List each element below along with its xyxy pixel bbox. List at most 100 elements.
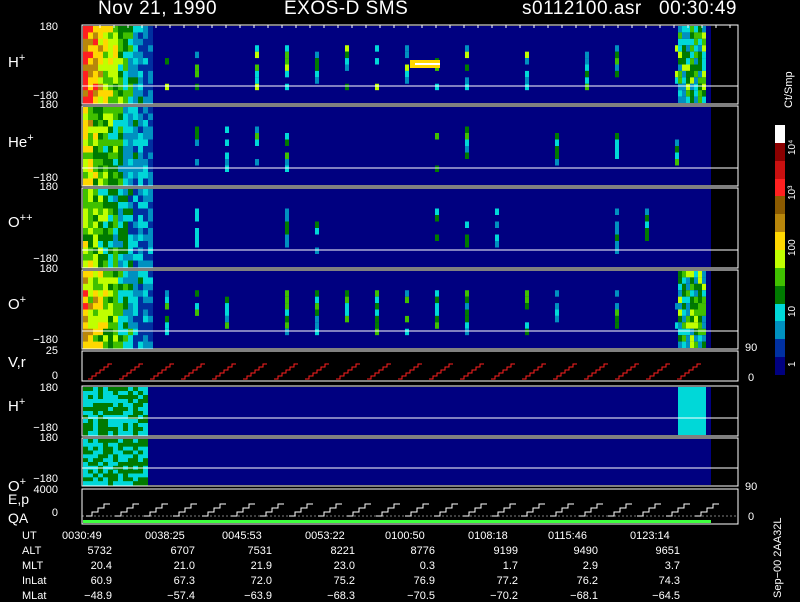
heatmap-cell	[88, 439, 93, 444]
heatmap-cell	[138, 481, 143, 486]
heatmap-cell	[118, 120, 123, 127]
heatmap-cell	[694, 26, 698, 33]
heatmap-cell	[682, 90, 686, 97]
heatmap-cell	[345, 290, 349, 297]
heatmap-cell	[138, 152, 143, 160]
heatmap-cell	[83, 64, 88, 72]
heatmap-cell	[118, 159, 123, 166]
heatmap-cell	[123, 328, 128, 336]
heatmap-cell	[128, 322, 133, 330]
heatmap-cell	[93, 133, 98, 140]
heatmap-cell	[165, 315, 169, 323]
heatmap-cell	[88, 165, 93, 173]
heatmap-cell	[98, 178, 103, 186]
heatmap-cell	[143, 446, 148, 451]
heatmap-cell	[128, 64, 133, 72]
heatmap-cell	[143, 178, 148, 186]
heatmap-cell	[103, 178, 108, 186]
heatmap-cell	[138, 335, 143, 343]
heatmap-cell	[165, 303, 169, 310]
heatmap-cell	[88, 45, 93, 53]
heatmap-cell	[225, 152, 229, 159]
heatmap-cell	[465, 221, 469, 228]
heatmap-cell	[108, 51, 113, 59]
heatmap-cell	[555, 303, 559, 310]
heatmap-cell	[138, 446, 143, 451]
ephemeris-row-label: ALT	[22, 545, 42, 557]
heatmap-cell	[682, 38, 686, 46]
heatmap-cell	[108, 309, 113, 317]
heatmap-cell	[123, 228, 128, 235]
heatmap-cell	[138, 96, 143, 104]
heatmap-cell	[83, 439, 88, 444]
heatmap-cell	[133, 391, 138, 396]
heatmap-cell	[555, 139, 559, 146]
heatmap-cell	[465, 133, 469, 140]
heatmap-cell	[93, 427, 98, 432]
heatmap-cell	[133, 107, 138, 114]
heatmap-cell	[98, 215, 103, 222]
heatmap-cell	[525, 290, 529, 297]
heatmap-cell	[118, 399, 123, 404]
heatmap-cell	[315, 77, 319, 84]
heatmap-cell	[93, 450, 98, 455]
heatmap-cell	[98, 423, 103, 428]
heatmap-cell	[108, 83, 113, 91]
heatmap-cell	[690, 427, 694, 431]
heatmap-cell	[686, 419, 690, 423]
heatmap-cell	[83, 247, 88, 255]
heatmap-cell	[698, 335, 702, 342]
heatmap-cell	[88, 462, 93, 467]
heatmap-cell	[285, 133, 289, 140]
heatmap-cell	[103, 107, 108, 114]
heatmap-cell	[138, 228, 143, 235]
heatmap-cell	[108, 454, 113, 459]
heatmap-cell	[108, 64, 113, 72]
heatmap-cell	[83, 113, 88, 121]
heatmap-cell	[133, 341, 138, 349]
heatmap-cell	[138, 423, 143, 428]
heatmap-cell	[525, 58, 529, 65]
heatmap-cell	[93, 454, 98, 459]
heatmap-cell	[148, 90, 153, 98]
colorbar-swatch	[775, 232, 785, 251]
heatmap-cell	[83, 322, 88, 330]
heatmap-cell	[83, 58, 88, 65]
heatmap-cell	[615, 58, 619, 65]
ephemeris-value: 72.0	[250, 575, 272, 587]
heatmap-cell	[694, 58, 698, 65]
heatmap-cell	[88, 113, 93, 121]
heatmap-cell	[88, 254, 93, 261]
heatmap-cell	[88, 70, 93, 78]
tick-top: 180	[39, 263, 58, 275]
heatmap-cell	[686, 328, 690, 336]
heatmap-cell	[615, 315, 619, 323]
heatmap-cell	[93, 328, 98, 336]
heatmap-cell	[123, 309, 128, 317]
heatmap-cell	[133, 442, 138, 448]
colorbar-swatch	[775, 339, 785, 358]
heatmap-cell	[143, 341, 148, 349]
spectrogram-canvas	[81, 24, 739, 525]
heatmap-cell	[123, 26, 128, 33]
heatmap-cell	[113, 309, 118, 317]
heatmap-cell	[686, 90, 690, 97]
heatmap-cell	[285, 221, 289, 228]
heatmap-cell	[98, 328, 103, 336]
heatmap-cell	[698, 70, 702, 78]
heatmap-cell	[315, 328, 319, 336]
ephemeris-value: −64.5	[652, 590, 680, 602]
heatmap-cell	[98, 247, 103, 255]
heatmap-cell	[133, 439, 138, 444]
heatmap-cell	[128, 58, 133, 65]
heatmap-cell	[103, 215, 108, 222]
heatmap-cell	[118, 208, 123, 216]
heatmap-cell	[113, 277, 118, 285]
heatmap-cell	[83, 458, 88, 463]
heatmap-cell	[133, 165, 138, 173]
heatmap-cell	[128, 477, 133, 482]
heatmap-cell	[98, 446, 103, 451]
heatmap-cell	[682, 395, 686, 399]
heatmap-cell	[88, 387, 93, 392]
heatmap-cell	[98, 165, 103, 173]
